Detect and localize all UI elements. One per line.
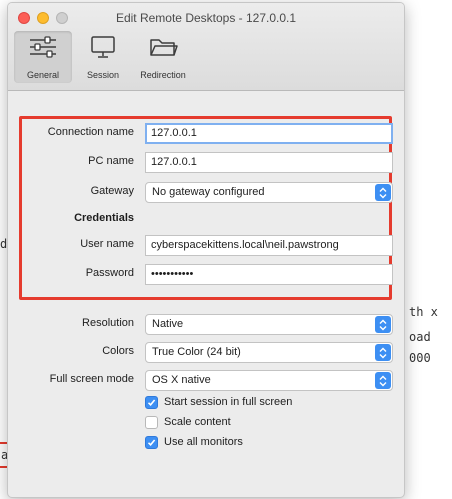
tab-general-label: General [26, 70, 60, 80]
background-text-fragment: oad [409, 330, 431, 344]
credentials-heading-row: Credentials [8, 209, 404, 231]
user-name-label: User name [80, 238, 134, 250]
folder-icon [148, 35, 178, 64]
scale-content-label: Scale content [164, 416, 231, 428]
start-full-screen-checkbox-row[interactable]: Start session in full screen [145, 393, 292, 411]
use-all-monitors-label: Use all monitors [164, 436, 243, 448]
start-full-screen-label: Start session in full screen [164, 396, 293, 408]
password-row: Password ••••••••••• [8, 264, 404, 286]
scale-content-checkbox-row[interactable]: Scale content [145, 413, 231, 431]
resolution-row: Resolution Native [8, 314, 404, 336]
colors-label: Colors [102, 345, 134, 357]
chevron-updown-icon [375, 316, 391, 333]
full-screen-mode-value: OS X native [152, 374, 211, 386]
resolution-select[interactable]: Native [145, 314, 393, 335]
use-all-monitors-checkbox-row[interactable]: Use all monitors [145, 433, 243, 451]
tab-general[interactable]: General [14, 31, 72, 83]
use-all-monitors-checkbox[interactable] [145, 435, 158, 449]
resolution-label: Resolution [82, 317, 134, 329]
full-screen-mode-label: Full screen mode [49, 373, 134, 385]
credentials-heading: Credentials [74, 212, 134, 224]
scale-content-checkbox[interactable] [145, 415, 158, 429]
window-title: Edit Remote Desktops - 127.0.0.1 [115, 11, 297, 25]
chevron-updown-icon [375, 344, 391, 361]
chevron-updown-icon [375, 184, 391, 201]
gateway-row: Gateway No gateway configured [8, 182, 404, 204]
gateway-label: Gateway [90, 185, 134, 197]
edit-remote-desktop-window: Edit Remote Desktops - 127.0.0.1 General… [7, 2, 405, 498]
connection-name-field[interactable]: 127.0.0.1 [145, 123, 393, 144]
pc-name-field[interactable]: 127.0.0.1 [145, 152, 393, 173]
colors-select[interactable]: True Color (24 bit) [145, 342, 393, 363]
pc-name-label: PC name [88, 155, 134, 167]
password-field[interactable]: ••••••••••• [145, 264, 393, 285]
sliders-icon [28, 35, 58, 64]
gateway-select[interactable]: No gateway configured [145, 182, 393, 203]
tab-redirection-label: Redirection [140, 70, 186, 80]
user-name-row: User name cyberspacekittens.local\neil.p… [8, 235, 404, 257]
user-name-field[interactable]: cyberspacekittens.local\neil.pawstrong [145, 235, 393, 256]
connection-name-label: Connection name [47, 126, 134, 138]
colors-value: True Color (24 bit) [152, 346, 241, 358]
general-settings-pane: Connection name 127.0.0.1 PC name 127.0.… [8, 92, 404, 497]
resolution-value: Native [152, 318, 184, 330]
tab-session[interactable]: Session [74, 31, 132, 83]
connection-name-row: Connection name 127.0.0.1 [8, 123, 404, 145]
chevron-updown-icon [375, 372, 391, 389]
preferences-toolbar: General Session Redirection [14, 31, 192, 85]
password-label: Password [85, 267, 134, 279]
background-text-fragment: th x [409, 305, 438, 319]
colors-row: Colors True Color (24 bit) [8, 342, 404, 364]
display-icon [88, 35, 118, 64]
full-screen-mode-select[interactable]: OS X native [145, 370, 393, 391]
tab-redirection[interactable]: Redirection [134, 31, 192, 83]
start-full-screen-checkbox[interactable] [145, 395, 158, 409]
titlebar: Edit Remote Desktops - 127.0.0.1 General… [8, 3, 404, 91]
gateway-value: No gateway configured [152, 186, 265, 198]
full-screen-mode-row: Full screen mode OS X native [8, 370, 404, 392]
tab-session-label: Session [86, 70, 120, 80]
background-text-fragment: 000 [409, 351, 431, 365]
pc-name-row: PC name 127.0.0.1 [8, 152, 404, 174]
